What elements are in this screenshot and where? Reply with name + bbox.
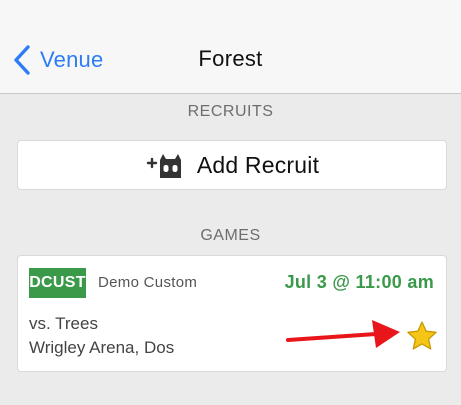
game-list-item[interactable]: DCUST Demo Custom Jul 3 @ 11:00 am vs. T… [17,255,447,372]
game-location: Wrigley Arena, Dos [29,338,175,357]
games-section-header: GAMES [200,227,261,244]
navigation-bar: Venue Forest [0,20,461,94]
add-recruit-button[interactable]: Add Recruit [17,140,447,190]
recruits-section-header: RECRUITS [187,103,274,120]
add-recruit-icon [146,154,181,178]
star-icon [407,321,437,350]
page-title: Forest [198,46,263,71]
add-recruit-label: Add Recruit [196,151,320,178]
game-date-time: Jul 3 @ 11:00 am [284,272,434,292]
status-bar [0,0,461,20]
game-opponent: vs. Trees [29,314,98,333]
team-name: Demo Custom [98,274,198,291]
red-arrow-annotation [286,320,400,348]
favorite-star-button[interactable] [406,320,438,352]
team-badge: DCUST [29,268,86,298]
